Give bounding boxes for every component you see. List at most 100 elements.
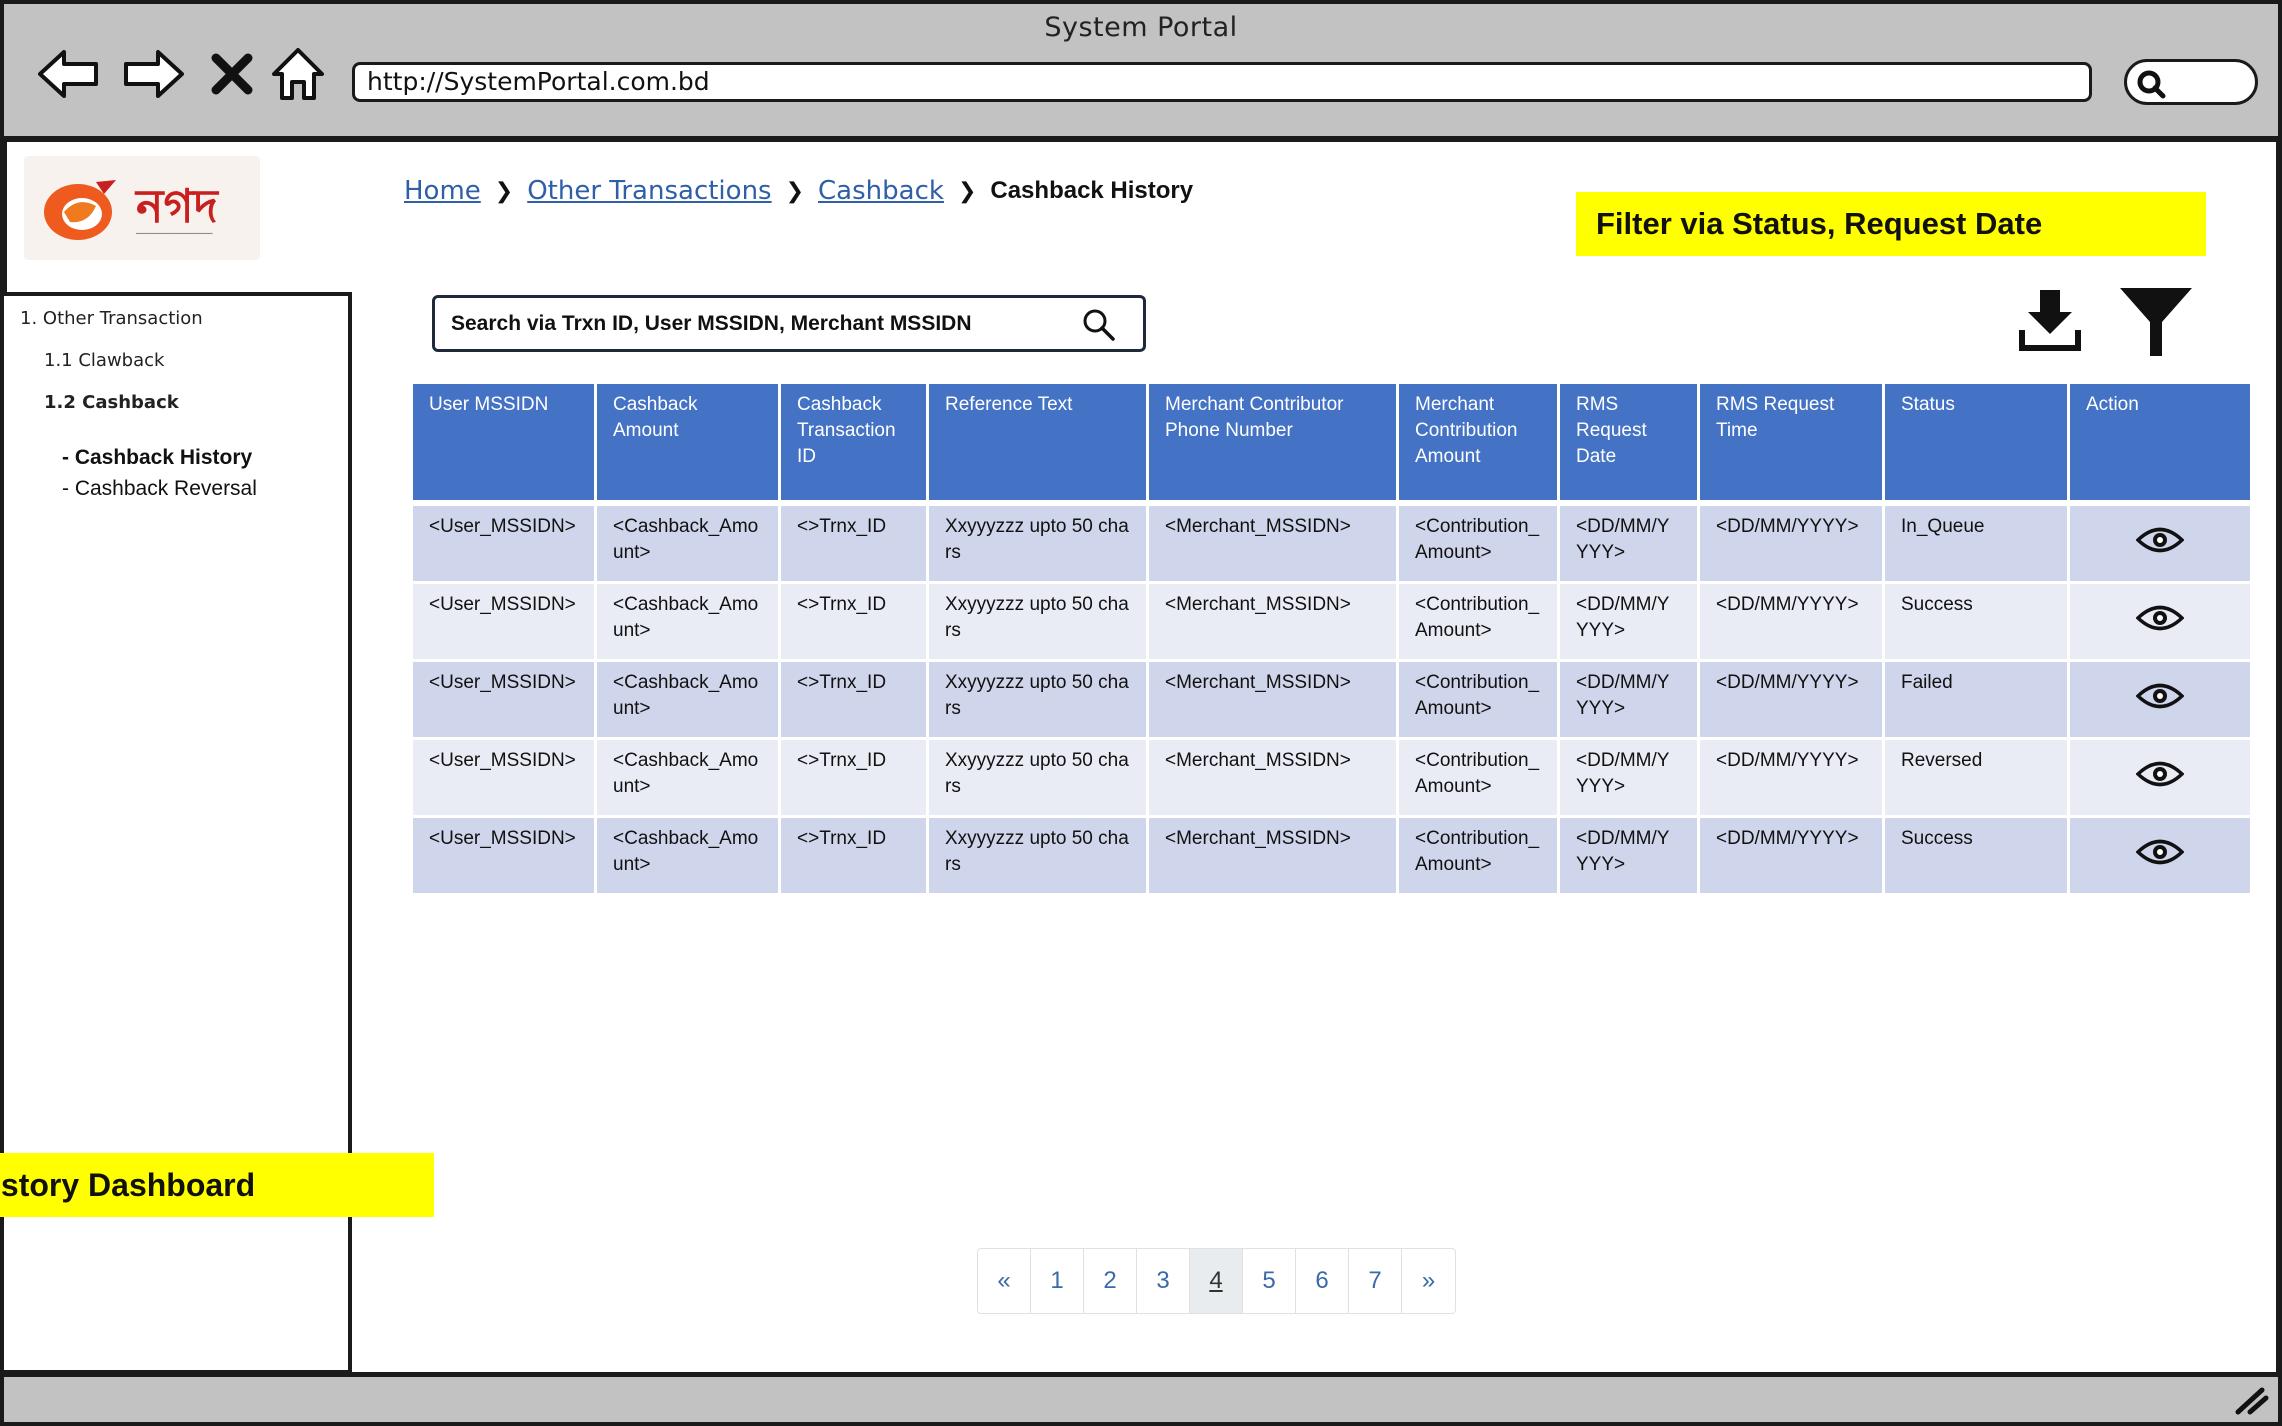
pagination-page-active[interactable]: 4 (1190, 1249, 1243, 1313)
column-header[interactable]: Merchant Contributor Phone Number (1149, 384, 1396, 500)
back-arrow-icon[interactable] (36, 44, 100, 104)
eye-icon[interactable] (2135, 759, 2185, 789)
pagination-page[interactable]: 2 (1084, 1249, 1137, 1313)
cell-status: In_Queue (1885, 506, 2067, 584)
cell-request-date: <DD/MM/YYYY> (1560, 818, 1697, 896)
eye-icon[interactable] (2135, 603, 2185, 633)
eye-icon[interactable] (2135, 837, 2185, 867)
cell-request-date: <DD/MM/YYYY> (1560, 662, 1697, 740)
chevron-right-icon: ❯ (494, 178, 514, 204)
cell-request-time: <DD/MM/YYYY> (1700, 506, 1882, 584)
search-icon (2137, 70, 2166, 99)
table-row: <User_MSSIDN> <Cashback_Amount> <>Trnx_I… (413, 740, 2250, 818)
cell-request-time: <DD/MM/YYYY> (1700, 740, 1882, 818)
url-bar[interactable]: http://SystemPortal.com.bd (352, 62, 2092, 102)
column-header[interactable]: Reference Text (929, 384, 1146, 500)
cell-action (2070, 818, 2250, 896)
cell-transaction-id: <>Trnx_ID (781, 506, 926, 584)
pagination-next[interactable]: » (1402, 1249, 1455, 1313)
search-icon[interactable] (1081, 307, 1117, 343)
cell-action (2070, 740, 2250, 818)
search-input[interactable] (451, 308, 1051, 340)
cell-user-mssidn: <User_MSSIDN> (413, 506, 594, 584)
cell-cashback-amount: <Cashback_Amount> (597, 662, 778, 740)
pagination: « 1 2 3 4 5 6 7 » (977, 1248, 1456, 1314)
cell-action (2070, 662, 2250, 740)
cell-transaction-id: <>Trnx_ID (781, 818, 926, 896)
column-header[interactable]: Status (1885, 384, 2067, 500)
pagination-page[interactable]: 6 (1296, 1249, 1349, 1313)
cell-user-mssidn: <User_MSSIDN> (413, 662, 594, 740)
forward-arrow-icon[interactable] (122, 44, 186, 104)
column-header[interactable]: Action (2070, 384, 2250, 500)
cell-reference-text: Xxyyyzzz upto 50 chars (929, 818, 1146, 896)
table-row: <User_MSSIDN> <Cashback_Amount> <>Trnx_I… (413, 662, 2250, 740)
logo-mark-icon (44, 180, 116, 240)
pagination-page[interactable]: 5 (1243, 1249, 1296, 1313)
sidebar-subitem-cashback-reversal[interactable]: - Cashback Reversal (62, 477, 257, 501)
dashboard-note: istory Dashboard (0, 1153, 434, 1217)
cell-merchant-phone: <Merchant_MSSIDN> (1149, 662, 1396, 740)
cell-request-date: <DD/MM/YYYY> (1560, 740, 1697, 818)
column-header[interactable]: Cashback Amount (597, 384, 778, 500)
cell-contribution-amount: <Contribution_Amount> (1399, 740, 1557, 818)
column-header[interactable]: Merchant Contribution Amount (1399, 384, 1557, 500)
search-box (432, 295, 1146, 352)
cell-reference-text: Xxyyyzzz upto 50 chars (929, 584, 1146, 662)
cell-transaction-id: <>Trnx_ID (781, 584, 926, 662)
column-header[interactable]: RMS Request Date (1560, 384, 1697, 500)
breadcrumb-home[interactable]: Home (404, 176, 481, 206)
resize-grip-icon[interactable] (2232, 1382, 2270, 1416)
cell-cashback-amount: <Cashback_Amount> (597, 818, 778, 896)
download-icon[interactable] (2016, 286, 2084, 354)
home-icon[interactable] (268, 44, 328, 104)
pagination-page[interactable]: 1 (1031, 1249, 1084, 1313)
cell-transaction-id: <>Trnx_ID (781, 662, 926, 740)
cell-user-mssidn: <User_MSSIDN> (413, 584, 594, 662)
browser-chrome: System Portal http://SystemPortal.com.bd (0, 0, 2282, 142)
close-x-icon[interactable] (204, 44, 260, 104)
cell-cashback-amount: <Cashback_Amount> (597, 506, 778, 584)
cell-action (2070, 506, 2250, 584)
chevron-right-icon: ❯ (785, 178, 805, 204)
cell-contribution-amount: <Contribution_Amount> (1399, 818, 1557, 896)
breadcrumb-other-transactions[interactable]: Other Transactions (527, 176, 771, 206)
pagination-page[interactable]: 3 (1137, 1249, 1190, 1313)
brand-logo[interactable]: নগদ ──────────── (24, 156, 260, 260)
breadcrumb-cashback[interactable]: Cashback (818, 176, 944, 206)
cell-contribution-amount: <Contribution_Amount> (1399, 506, 1557, 584)
browser-search-button[interactable] (2124, 59, 2258, 105)
cell-request-time: <DD/MM/YYYY> (1700, 662, 1882, 740)
cell-request-time: <DD/MM/YYYY> (1700, 584, 1882, 662)
column-header[interactable]: RMS Request Time (1700, 384, 1882, 500)
cell-status: Success (1885, 818, 2067, 896)
eye-icon[interactable] (2135, 681, 2185, 711)
cell-merchant-phone: <Merchant_MSSIDN> (1149, 506, 1396, 584)
cell-cashback-amount: <Cashback_Amount> (597, 740, 778, 818)
sidebar-section-other-transaction[interactable]: 1. Other Transaction (20, 308, 203, 329)
eye-icon[interactable] (2135, 525, 2185, 555)
sidebar-item-clawback[interactable]: 1.1 Clawback (44, 350, 164, 371)
cell-contribution-amount: <Contribution_Amount> (1399, 662, 1557, 740)
cashback-history-table: User MSSIDN Cashback Amount Cashback Tra… (410, 384, 2253, 896)
table-row: <User_MSSIDN> <Cashback_Amount> <>Trnx_I… (413, 506, 2250, 584)
sidebar-item-cashback[interactable]: 1.2 Cashback (44, 392, 179, 413)
column-header[interactable]: Cashback Transaction ID (781, 384, 926, 500)
pagination-page[interactable]: 7 (1349, 1249, 1402, 1313)
cell-cashback-amount: <Cashback_Amount> (597, 584, 778, 662)
column-header[interactable]: User MSSIDN (413, 384, 594, 500)
filter-icon[interactable] (2118, 284, 2194, 360)
breadcrumb: Home ❯ Other Transactions ❯ Cashback ❯ C… (404, 176, 1193, 206)
cell-merchant-phone: <Merchant_MSSIDN> (1149, 584, 1396, 662)
cell-reference-text: Xxyyyzzz upto 50 chars (929, 506, 1146, 584)
cell-request-time: <DD/MM/YYYY> (1700, 818, 1882, 896)
cell-request-date: <DD/MM/YYYY> (1560, 506, 1697, 584)
window-border (2276, 142, 2282, 1374)
sidebar-subitem-cashback-history[interactable]: - Cashback History (62, 446, 252, 470)
cell-status: Success (1885, 584, 2067, 662)
pagination-prev[interactable]: « (978, 1249, 1031, 1313)
table-row: <User_MSSIDN> <Cashback_Amount> <>Trnx_I… (413, 584, 2250, 662)
cell-request-date: <DD/MM/YYYY> (1560, 584, 1697, 662)
cell-transaction-id: <>Trnx_ID (781, 740, 926, 818)
cell-reference-text: Xxyyyzzz upto 50 chars (929, 662, 1146, 740)
